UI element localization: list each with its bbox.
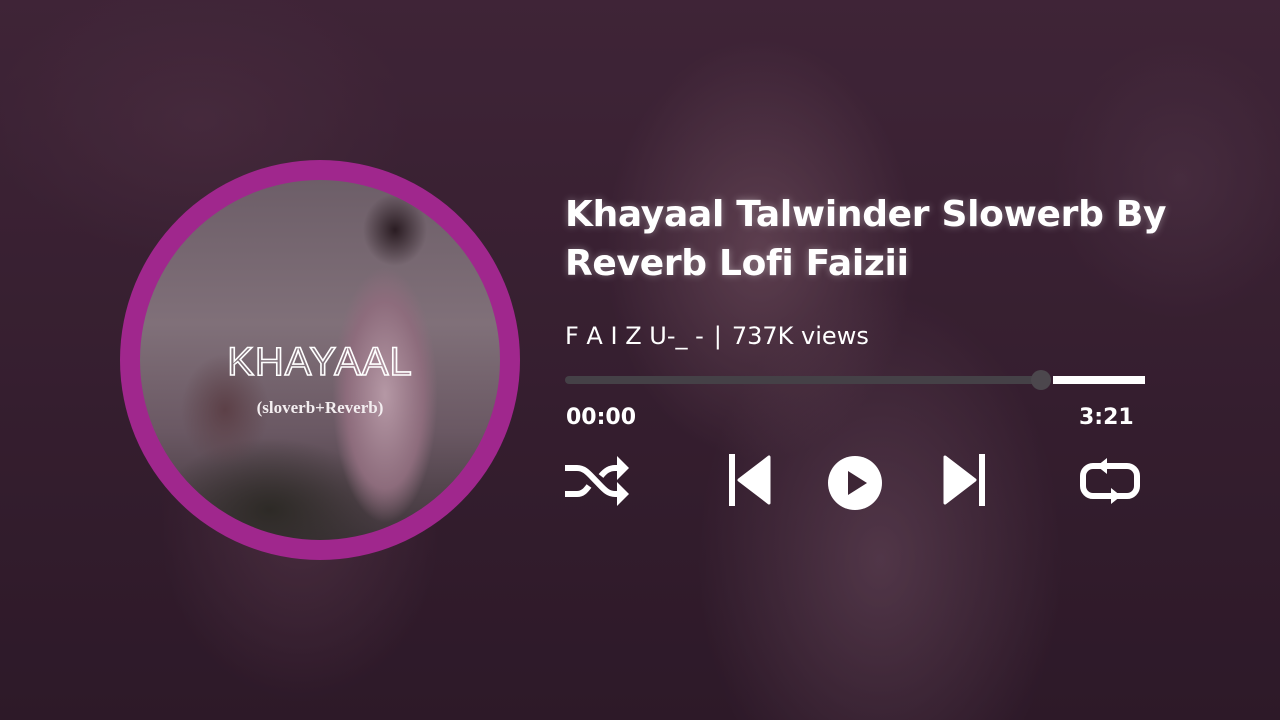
song-title: Khayaal Talwinder Slowerb By Reverb Lofi… [565, 194, 1167, 284]
current-time: 00:00 [566, 405, 637, 430]
track-meta: F A I Z U-_ - | 737K views [565, 322, 869, 350]
skip-next-icon [943, 454, 985, 506]
repeat-button[interactable] [1077, 448, 1143, 514]
total-time: 3:21 [1079, 405, 1134, 430]
album-art: KHAYAAL (sloverb+Reverb) [140, 180, 500, 540]
progress-played [565, 376, 1041, 384]
artist-name: F A I Z U-_ - [565, 322, 704, 350]
view-count: 737K views [731, 322, 869, 350]
skip-previous-icon [729, 454, 771, 506]
album-art-title: KHAYAAL [226, 339, 413, 385]
meta-separator: | [713, 322, 722, 350]
progress-handle[interactable] [1031, 370, 1051, 390]
player-screen: KHAYAAL (sloverb+Reverb) Khayaal Talwind… [0, 0, 1280, 720]
shuffle-button[interactable] [563, 448, 629, 514]
next-button[interactable] [932, 448, 998, 514]
progress-remaining [1053, 376, 1145, 384]
play-button[interactable] [822, 448, 888, 514]
play-icon [828, 456, 882, 510]
album-art-ring: KHAYAAL (sloverb+Reverb) [120, 160, 520, 560]
progress-bar[interactable] [565, 370, 1145, 390]
previous-button[interactable] [718, 448, 784, 514]
album-art-subtitle: (sloverb+Reverb) [256, 398, 384, 417]
repeat-icon [1080, 458, 1140, 504]
shuffle-icon [565, 456, 629, 506]
